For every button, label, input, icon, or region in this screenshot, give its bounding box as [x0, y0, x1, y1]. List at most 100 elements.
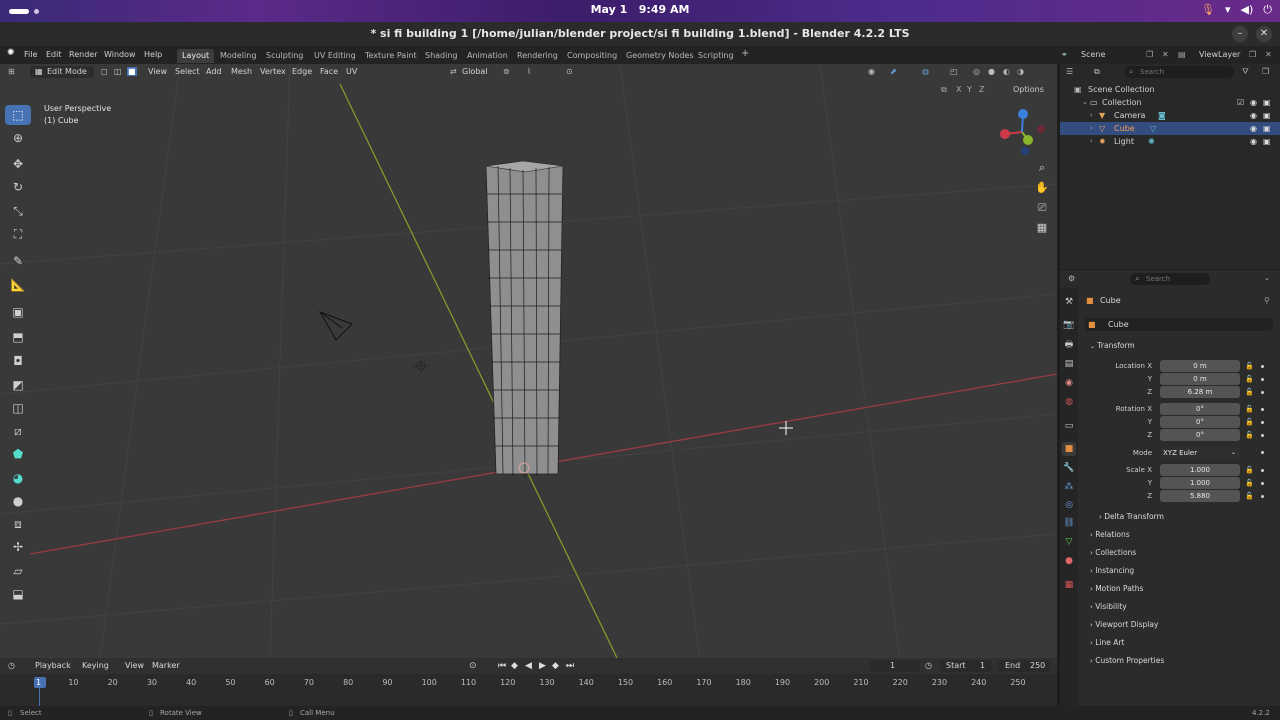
- tab-compositing[interactable]: Compositing: [562, 49, 622, 63]
- keyframe-dot-icon[interactable]: [1261, 391, 1264, 394]
- keyframe-dot-icon[interactable]: [1261, 421, 1264, 424]
- eye-icon[interactable]: ◉: [1250, 109, 1257, 122]
- timeline-menu-marker[interactable]: Marker: [152, 661, 180, 670]
- viewport-menu-select[interactable]: Select: [175, 67, 200, 76]
- outliner-row-cube[interactable]: › ▽ Cube ▽ ◉ ▣: [1060, 122, 1280, 135]
- mesh-symmetry-icon[interactable]: ⧉: [941, 85, 947, 95]
- rotation-x-field[interactable]: 0°: [1160, 403, 1240, 415]
- particles-tab-icon[interactable]: ⁂: [1062, 480, 1076, 494]
- tab-geometry-nodes[interactable]: Geometry Nodes: [621, 49, 698, 63]
- add-cube-tool-icon[interactable]: ▣: [5, 302, 31, 322]
- keyframe-dot-icon[interactable]: [1261, 365, 1264, 368]
- render-camera-icon[interactable]: ▣: [1263, 96, 1271, 109]
- select-box-tool-icon[interactable]: ⬚: [5, 105, 31, 125]
- viewport-menu-view[interactable]: View: [148, 67, 167, 76]
- inset-tool-icon[interactable]: ◘: [5, 351, 31, 371]
- shrink-fatten-tool-icon[interactable]: ✢: [5, 537, 31, 557]
- tab-modeling[interactable]: Modeling: [215, 49, 261, 63]
- system-tray[interactable]: 🎙 ▾ ◀) ⏻: [1201, 3, 1272, 17]
- rotation-mode-select[interactable]: XYZ Euler ⌄: [1160, 447, 1240, 459]
- loop-cut-tool-icon[interactable]: ◫: [5, 398, 31, 418]
- microphone-icon[interactable]: 🎙: [1201, 3, 1215, 17]
- prev-keyframe-icon[interactable]: ◆: [511, 661, 518, 671]
- annotate-tool-icon[interactable]: ✎: [5, 251, 31, 271]
- lock-icon[interactable]: 🔓: [1245, 388, 1254, 396]
- render-camera-icon[interactable]: ▣: [1263, 109, 1271, 122]
- preview-range-icon[interactable]: ◷: [925, 661, 932, 670]
- viewport-menu-uv[interactable]: UV: [346, 67, 357, 76]
- timeline-menu-view[interactable]: View: [125, 661, 144, 670]
- overlays-toggle-icon[interactable]: ◍: [922, 67, 929, 76]
- viewport-menu-face[interactable]: Face: [320, 67, 338, 76]
- collection-tab-icon[interactable]: ▭: [1062, 419, 1076, 433]
- location-x-field[interactable]: 0 m: [1160, 360, 1240, 372]
- outliner-editor-icon[interactable]: ☰: [1066, 67, 1073, 76]
- cursor-tool-icon[interactable]: ⊕: [5, 128, 31, 148]
- delta-transform-section[interactable]: › Delta Transform: [1099, 512, 1164, 521]
- viewport-menu-mesh[interactable]: Mesh: [231, 67, 252, 76]
- viewport-menu-add[interactable]: Add: [206, 67, 222, 76]
- lock-icon[interactable]: 🔓: [1245, 479, 1254, 487]
- material-tab-icon[interactable]: ●: [1062, 554, 1076, 568]
- mirror-y-toggle[interactable]: Y: [967, 85, 972, 94]
- instancing-section[interactable]: › Instancing: [1090, 566, 1134, 575]
- view-layer-selector[interactable]: ViewLayer: [1199, 50, 1240, 59]
- new-view-layer-icon[interactable]: ❐: [1249, 50, 1256, 59]
- mirror-x-toggle[interactable]: X: [956, 85, 961, 94]
- proportional-edit-icon[interactable]: ⊙: [566, 67, 573, 76]
- viewport-menu-vertex[interactable]: Vertex: [260, 67, 286, 76]
- tab-uv-editing[interactable]: UV Editing: [309, 49, 361, 63]
- cube-building-mesh[interactable]: [485, 160, 564, 479]
- render-camera-icon[interactable]: ▣: [1263, 122, 1271, 135]
- viewport-menu-edge[interactable]: Edge: [292, 67, 312, 76]
- face-select-icon[interactable]: ■: [127, 67, 137, 76]
- modifiers-tab-icon[interactable]: 🔧: [1062, 461, 1076, 475]
- timeline-editor-icon[interactable]: ◷: [8, 661, 15, 670]
- menu-help[interactable]: Help: [144, 50, 162, 59]
- lock-icon[interactable]: 🔓: [1245, 418, 1254, 426]
- next-keyframe-icon[interactable]: ◆: [552, 661, 559, 671]
- edge-slide-tool-icon[interactable]: ⧈: [5, 514, 31, 534]
- render-camera-icon[interactable]: ▣: [1263, 135, 1271, 148]
- scene-selector[interactable]: Scene: [1081, 50, 1105, 59]
- relations-section[interactable]: › Relations: [1090, 530, 1130, 539]
- eye-icon[interactable]: ◉: [1250, 122, 1257, 135]
- menu-window[interactable]: Window: [104, 50, 136, 59]
- lock-icon[interactable]: 🔓: [1245, 405, 1254, 413]
- 3d-cursor-icon[interactable]: [779, 421, 793, 435]
- keyframe-dot-icon[interactable]: [1261, 434, 1264, 437]
- rotation-z-field[interactable]: 0°: [1160, 429, 1240, 441]
- gizmo-toggle-icon[interactable]: ⬈: [890, 67, 897, 76]
- outliner-row-camera[interactable]: › ▼ Camera ◙ ◉ ▣: [1060, 109, 1280, 122]
- keyframe-dot-icon[interactable]: [1261, 495, 1264, 498]
- custom-properties-section[interactable]: › Custom Properties: [1090, 656, 1164, 665]
- menu-edit[interactable]: Edit: [46, 50, 62, 59]
- perspective-toggle-icon[interactable]: ▦: [1034, 220, 1050, 236]
- data-tab-icon[interactable]: ▽: [1062, 535, 1076, 549]
- viewport-display-section[interactable]: › Viewport Display: [1090, 620, 1158, 629]
- lock-icon[interactable]: 🔓: [1245, 431, 1254, 439]
- filter-icon[interactable]: ⛛: [1242, 67, 1249, 77]
- bevel-tool-icon[interactable]: ◩: [5, 375, 31, 395]
- pin-icon[interactable]: ⚲: [1264, 296, 1270, 305]
- transform-tool-icon[interactable]: ⛶: [5, 224, 31, 244]
- world-tab-icon[interactable]: ◍: [1062, 395, 1076, 409]
- measure-tool-icon[interactable]: 📐: [5, 275, 31, 295]
- camera-view-icon[interactable]: ⎚: [1034, 200, 1050, 216]
- wifi-icon[interactable]: ▾: [1225, 3, 1231, 17]
- menu-file[interactable]: File: [24, 50, 37, 59]
- physics-tab-icon[interactable]: ◎: [1062, 498, 1076, 512]
- tab-texture-paint[interactable]: Texture Paint: [360, 49, 422, 63]
- expand-chevron-icon[interactable]: ›: [1090, 122, 1093, 135]
- solid-shading-icon[interactable]: ●: [988, 67, 995, 76]
- transform-orientation-selector[interactable]: Global: [462, 67, 488, 76]
- new-scene-icon[interactable]: ❐: [1146, 50, 1153, 59]
- render-tab-icon[interactable]: 📷: [1062, 318, 1076, 332]
- tab-shading[interactable]: Shading: [420, 49, 463, 63]
- power-icon[interactable]: ⏻: [1263, 3, 1272, 17]
- visibility-icon[interactable]: ◉: [868, 67, 875, 76]
- display-mode-icon[interactable]: ⧉: [1094, 67, 1100, 77]
- system-clock[interactable]: May 1 9:49 AM: [0, 3, 1280, 16]
- play-reverse-icon[interactable]: ◀: [525, 661, 532, 671]
- lock-icon[interactable]: 🔓: [1245, 362, 1254, 370]
